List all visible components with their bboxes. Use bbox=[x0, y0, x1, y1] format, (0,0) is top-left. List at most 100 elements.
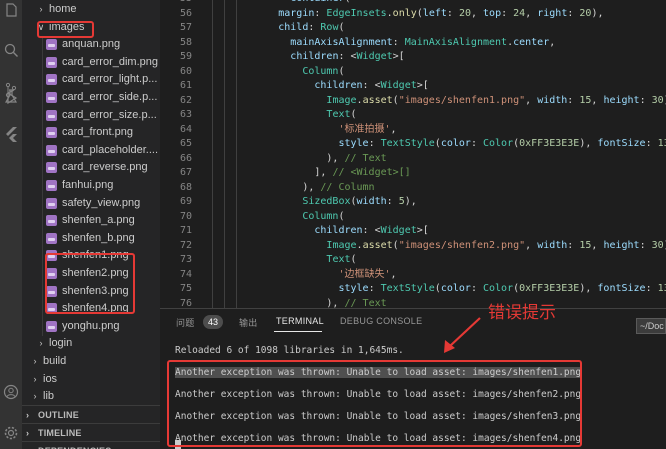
code-token: Color bbox=[482, 283, 514, 294]
section-timeline[interactable]: › TIMELINE bbox=[22, 423, 160, 441]
flutter-icon[interactable] bbox=[3, 126, 19, 142]
code-token: asset bbox=[362, 239, 393, 251]
code-line[interactable]: 61 children: <Widget>[ bbox=[160, 79, 666, 94]
code-token: >[ bbox=[416, 80, 429, 91]
chevron-right-icon[interactable]: › bbox=[30, 353, 40, 370]
file-label: yonghu.png bbox=[62, 319, 120, 332]
code-token: Column bbox=[302, 210, 339, 222]
folder-item[interactable]: › build bbox=[22, 353, 160, 370]
code-token: ( bbox=[350, 254, 357, 265]
tab-problems[interactable]: 问题 bbox=[176, 316, 195, 329]
tab-debug-console[interactable]: DEBUG CONSOLE bbox=[340, 316, 422, 326]
code-line[interactable]: 69 SizedBox(width: 5), bbox=[160, 195, 666, 210]
code-line[interactable]: 59 children: <Widget>[ bbox=[160, 50, 666, 65]
testing-icon[interactable] bbox=[3, 88, 19, 104]
chevron-right-icon[interactable]: › bbox=[30, 388, 40, 405]
line-number: 72 bbox=[179, 239, 192, 251]
code-line[interactable]: 56 margin: EdgeInsets.only(left: 20, top… bbox=[160, 7, 666, 22]
code-line[interactable]: 73 Text( bbox=[160, 253, 666, 268]
files-icon[interactable] bbox=[3, 2, 19, 18]
code-token: child bbox=[278, 22, 309, 33]
error-hint-label: 错误提示 bbox=[488, 303, 556, 323]
code-line[interactable]: 67 ], // <Widget>[] bbox=[160, 166, 666, 181]
code-token: : bbox=[368, 283, 381, 294]
image-file-icon bbox=[46, 215, 57, 227]
code-line[interactable]: 76 ), // Text bbox=[160, 297, 666, 309]
code-line[interactable]: 62 Image.asset("images/shenfen1.png", wi… bbox=[160, 94, 666, 109]
folder-label: ios bbox=[43, 372, 58, 385]
code-editor[interactable]: 55 container(56 margin: EdgeInsets.only(… bbox=[160, 0, 666, 308]
code-line[interactable]: 65 style: TextStyle(color: Color(0xFF3E3… bbox=[160, 137, 666, 152]
code-token: : bbox=[567, 7, 580, 19]
chevron-right-icon[interactable]: › bbox=[30, 371, 40, 388]
code-token: , bbox=[390, 123, 397, 135]
code-token: ), bbox=[206, 152, 345, 164]
line-number: 76 bbox=[179, 297, 192, 309]
code-token: Widget bbox=[380, 225, 417, 236]
code-token: : bbox=[314, 7, 327, 19]
code-line[interactable]: 63 Text( bbox=[160, 108, 666, 123]
code-line[interactable]: 58 mainAxisAlignment: MainAxisAlignment.… bbox=[160, 36, 666, 51]
code-line[interactable]: 66 ), // Text bbox=[160, 152, 666, 167]
line-number: 57 bbox=[179, 22, 192, 33]
section-dependencies[interactable]: ›DEPENDENCIES bbox=[22, 441, 160, 449]
code-line[interactable]: 70 Column( bbox=[160, 210, 666, 225]
line-number: 59 bbox=[179, 51, 192, 62]
code-token: ), bbox=[579, 283, 598, 294]
code-text: SizedBox(width: 5), bbox=[206, 195, 416, 210]
code-line[interactable]: 64 '标准拍摄', bbox=[160, 123, 666, 138]
line-number: 67 bbox=[179, 167, 192, 178]
tab-terminal[interactable]: TERMINAL bbox=[276, 316, 324, 326]
folder-item[interactable]: › ios bbox=[22, 371, 160, 388]
code-text: '边框缺失', bbox=[206, 268, 396, 283]
section-outline[interactable]: › OUTLINE bbox=[22, 405, 160, 423]
image-file-icon bbox=[46, 39, 57, 51]
code-token: , bbox=[549, 36, 556, 48]
code-token: : < bbox=[362, 80, 381, 91]
chevron-right-icon[interactable]: › bbox=[26, 424, 36, 442]
chevron-right-icon[interactable]: › bbox=[26, 442, 36, 449]
code-token: children bbox=[290, 51, 339, 62]
code-line[interactable]: 60 Column( bbox=[160, 65, 666, 80]
tab-output[interactable]: 输出 bbox=[239, 316, 258, 329]
code-line[interactable]: 74 '边框缺失', bbox=[160, 268, 666, 283]
code-text: ), // Column bbox=[206, 181, 374, 196]
folder-item[interactable]: › home bbox=[22, 1, 160, 18]
code-token: , bbox=[470, 7, 484, 19]
code-token: Widget bbox=[380, 80, 417, 91]
code-token: , bbox=[525, 94, 538, 106]
active-tab-indicator bbox=[274, 331, 322, 332]
error-lines-highlight bbox=[167, 360, 582, 447]
activity-bar bbox=[0, 0, 22, 449]
code-token: top bbox=[483, 7, 502, 19]
search-icon[interactable] bbox=[3, 42, 19, 58]
chevron-right-icon[interactable]: › bbox=[36, 1, 46, 18]
code-line[interactable]: 71 children: <Widget>[ bbox=[160, 224, 666, 239]
settings-gear-icon[interactable] bbox=[3, 425, 19, 441]
image-file-icon bbox=[46, 197, 57, 209]
code-token: 20 bbox=[458, 7, 471, 19]
code-token: '边框缺失' bbox=[338, 268, 391, 280]
terminal-path-select[interactable]: ~/Doc bbox=[636, 318, 666, 334]
code-line[interactable]: 57 child: Row( bbox=[160, 21, 666, 36]
code-token: ), bbox=[206, 181, 321, 193]
code-line[interactable]: 72 Image.asset("images/shenfen2.png", wi… bbox=[160, 239, 666, 254]
account-icon[interactable] bbox=[3, 384, 19, 400]
folder-item[interactable]: › login bbox=[22, 335, 160, 352]
code-token: "images/shenfen2.png" bbox=[398, 239, 526, 251]
code-token: left bbox=[422, 7, 447, 19]
code-token: ( bbox=[338, 65, 345, 77]
code-token: center bbox=[513, 36, 550, 48]
chevron-right-icon[interactable]: › bbox=[36, 335, 46, 352]
code-line[interactable]: 75 style: TextStyle(color: Color(0xFF3E3… bbox=[160, 282, 666, 297]
chevron-right-icon[interactable]: › bbox=[26, 406, 36, 424]
code-line[interactable]: 68 ), // Column bbox=[160, 181, 666, 196]
folder-item[interactable]: › lib bbox=[22, 388, 160, 405]
code-token: >[ bbox=[416, 225, 429, 236]
line-number: 69 bbox=[179, 196, 192, 207]
code-text: '标准拍摄', bbox=[206, 123, 397, 138]
code-token: width bbox=[356, 196, 387, 207]
